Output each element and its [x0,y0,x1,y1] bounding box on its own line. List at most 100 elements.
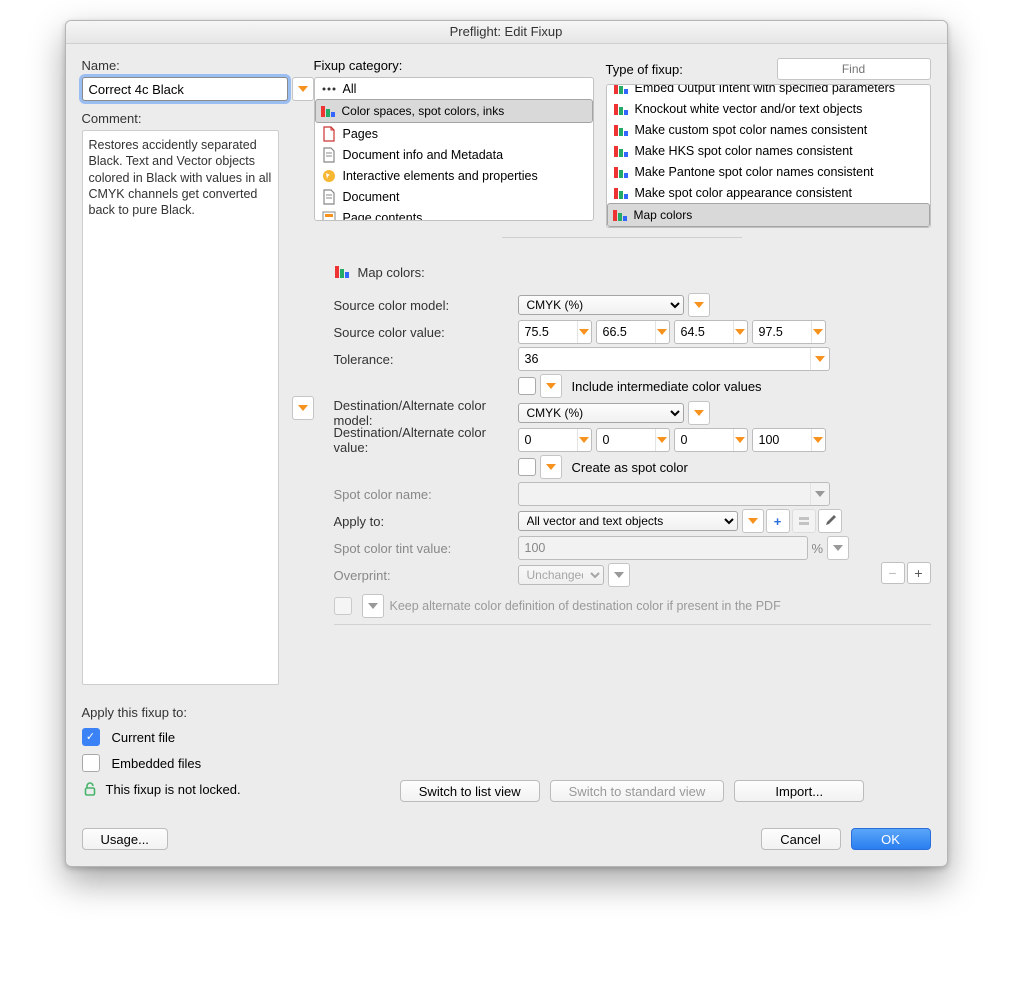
category-label: All [343,82,357,96]
fixup-type-label: Type of fixup: [606,62,683,77]
dest-value-3-var-button[interactable] [811,429,825,451]
category-item[interactable]: Document [315,186,593,207]
source-value-0-var-button[interactable] [577,321,591,343]
dest-value-3[interactable] [752,428,826,452]
comment-textarea[interactable]: Restores accidently separated Black. Tex… [82,130,279,685]
switch-list-button[interactable]: Switch to list view [400,780,540,802]
tint-label: Spot color tint value: [334,541,518,556]
window-title: Preflight: Edit Fixup [66,21,947,44]
chevron-down-icon [579,329,589,335]
fixup-category-list[interactable]: All Color spaces, spot colors, inksPages D… [314,77,594,221]
spot-create-label: Create as spot color [572,460,688,475]
fixup-label: Embed Output Intent with specified param… [635,84,896,95]
eyedropper-button[interactable] [818,509,842,533]
source-value-1[interactable] [596,320,670,344]
fixup-icon [613,101,629,117]
tolerance-input[interactable] [518,347,830,371]
fixup-label: Map colors [634,208,693,222]
fixup-item[interactable]: Map colors [607,203,930,227]
chevron-down-icon [813,437,823,443]
overprint-label: Overprint: [334,568,518,583]
dest-model-var-button[interactable] [688,401,710,425]
fixup-type-list[interactable]: Embed Output Intent with specified param… [606,84,931,228]
splitter-handle[interactable] [314,232,931,242]
add-mapping-button[interactable]: + [907,562,931,584]
dest-value-2[interactable] [674,428,748,452]
source-value-0[interactable] [518,320,592,344]
source-value-3[interactable] [752,320,826,344]
remove-mapping-button[interactable]: − [881,562,905,584]
fixup-category-label: Fixup category: [314,58,403,73]
embedded-files-checkbox[interactable] [82,754,100,772]
dest-value-2-var-button[interactable] [733,429,747,451]
source-value-2-var-button[interactable] [733,321,747,343]
comment-label: Comment: [82,111,314,126]
source-model-label: Source color model: [334,298,518,313]
fixup-icon [612,207,628,223]
fixup-item[interactable]: Embed Output Intent with specified param… [607,84,930,98]
source-value-2[interactable] [674,320,748,344]
category-item[interactable]: Interactive elements and properties [315,165,593,186]
fixup-item[interactable]: Make HKS spot color names consistent [607,140,930,161]
name-dropdown-button[interactable] [292,77,314,101]
keep-alt-checkbox [334,597,352,615]
category-item[interactable]: All [315,78,593,99]
category-item[interactable]: Page contents [315,207,593,221]
current-file-checkbox[interactable]: ✓ [82,728,100,746]
fixup-icon [613,164,629,180]
spot-name-var-button[interactable] [810,483,829,505]
dest-value-1-var-button[interactable] [655,429,669,451]
fixup-item[interactable]: Make custom spot color names consistent [607,119,930,140]
tolerance-var-button[interactable] [810,348,829,370]
source-value-3-var-button[interactable] [811,321,825,343]
source-value-1-var-button[interactable] [655,321,669,343]
chevron-down-icon [735,329,745,335]
chevron-down-icon [657,437,667,443]
dest-value-0-var-button[interactable] [577,429,591,451]
category-item[interactable]: Color spaces, spot colors, inks [315,99,593,123]
category-label: Page contents [343,211,423,222]
keep-alt-var-button[interactable] [362,594,384,618]
fixup-item[interactable]: Knockout white vector and/or text object… [607,98,930,119]
source-model-select[interactable]: CMYK (%) [518,295,684,315]
dest-value-label: Destination/Alternate color value: [334,425,518,455]
category-item[interactable]: Document info and Metadata [315,144,593,165]
tint-var-button[interactable] [827,536,849,560]
spot-create-checkbox[interactable] [518,458,536,476]
intermediate-label: Include intermediate color values [572,379,762,394]
usage-button[interactable]: Usage... [82,828,168,850]
name-input[interactable] [82,77,288,101]
source-model-var-button[interactable] [688,293,710,317]
dest-model-label: Destination/Alternate color model: [334,398,518,428]
apply-to-var-button[interactable] [742,509,764,533]
dest-value-1[interactable] [596,428,670,452]
tint-unit: % [812,541,824,556]
spot-create-var-button[interactable] [540,455,562,479]
tint-input [518,536,808,560]
fixup-item[interactable]: Make spot color appearance consistent [607,182,930,203]
import-button[interactable]: Import... [734,780,864,802]
overprint-var-button[interactable] [608,563,630,587]
apply-to-select[interactable]: All vector and text objects [518,511,738,531]
intermediate-var-button[interactable] [540,374,562,398]
dest-model-select[interactable]: CMYK (%) [518,403,684,423]
switch-standard-button: Switch to standard view [550,780,725,802]
category-icon [321,81,337,97]
cancel-button[interactable]: Cancel [761,828,841,850]
fixup-label: Knockout white vector and/or text object… [635,102,863,116]
source-value-label: Source color value: [334,325,518,340]
find-input[interactable] [777,58,931,80]
intermediate-checkbox[interactable] [518,377,536,395]
comment-dropdown-button[interactable] [292,396,314,420]
overprint-select: Unchanged [518,565,604,585]
dest-value-0[interactable] [518,428,592,452]
add-check-button[interactable]: + [766,509,790,533]
ok-button[interactable]: OK [851,828,931,850]
current-file-label: Current file [112,730,176,745]
fixup-item[interactable]: Make Pantone spot color names consistent [607,161,930,182]
category-item[interactable]: Pages [315,123,593,144]
check-config-button[interactable] [792,509,816,533]
category-icon [321,168,337,184]
chevron-down-icon [815,356,825,362]
category-label: Document info and Metadata [343,148,504,162]
